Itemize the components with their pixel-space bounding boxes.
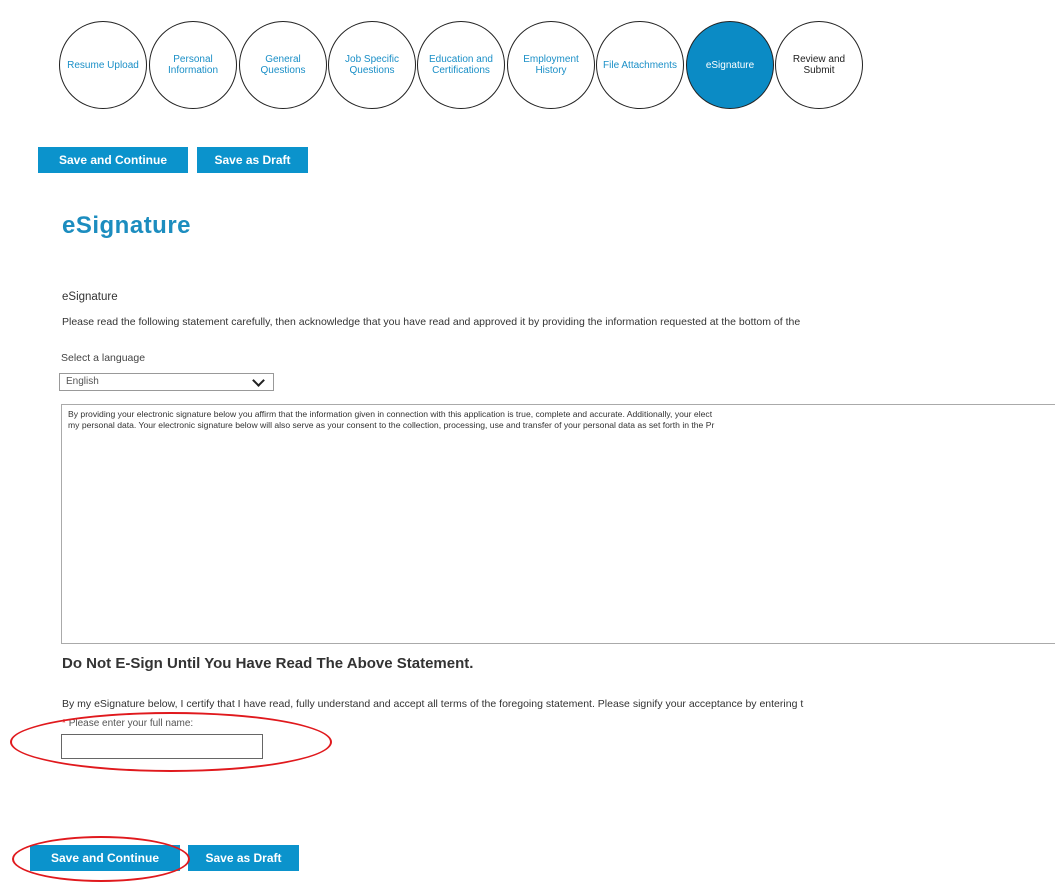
full-name-input[interactable]	[61, 734, 263, 759]
step-general-questions[interactable]: General Questions	[239, 21, 327, 109]
step-label: Job Specific Questions	[345, 54, 399, 76]
step-label: Review and Submit	[792, 54, 846, 76]
step-label: Personal Information	[167, 54, 219, 76]
instructions-text: Please read the following statement care…	[62, 316, 801, 328]
certify-text: By my eSignature below, I certify that I…	[62, 698, 804, 710]
section-label: eSignature	[62, 291, 118, 303]
step-review-submit[interactable]: Review and Submit	[775, 21, 863, 109]
required-marker: *	[62, 718, 66, 729]
step-employment-history[interactable]: Employment History	[507, 21, 595, 109]
step-resume-upload[interactable]: Resume Upload	[59, 21, 147, 109]
statement-textbox[interactable]: By providing your electronic signature b…	[61, 404, 1055, 644]
step-label: Education and Certifications	[429, 54, 493, 76]
step-label: File Attachments	[603, 59, 677, 71]
progress-steps: Resume Upload Personal Information Gener…	[59, 21, 879, 111]
step-esignature[interactable]: eSignature	[686, 21, 774, 109]
save-and-continue-button-top[interactable]: Save and Continue	[38, 147, 188, 173]
full-name-label-text: Please enter your full name:	[68, 718, 194, 729]
step-education-certifications[interactable]: Education and Certifications	[417, 21, 505, 109]
save-and-continue-button-bottom[interactable]: Save and Continue	[30, 845, 180, 871]
full-name-label: * Please enter your full name:	[62, 718, 193, 729]
save-as-draft-button-top[interactable]: Save as Draft	[197, 147, 308, 173]
language-selected-value: English	[66, 376, 99, 387]
language-select[interactable]: English	[59, 373, 274, 391]
statement-line: By providing your electronic signature b…	[68, 409, 713, 419]
chevron-down-icon	[252, 374, 265, 387]
step-personal-information[interactable]: Personal Information	[149, 21, 237, 109]
page-title: eSignature	[62, 212, 192, 239]
step-label: eSignature	[705, 59, 755, 71]
language-label: Select a language	[61, 352, 146, 364]
statement-line: my personal data. Your electronic signat…	[68, 420, 715, 430]
warning-heading: Do Not E-Sign Until You Have Read The Ab…	[62, 655, 474, 672]
step-label: General Questions	[260, 54, 306, 76]
step-file-attachments[interactable]: File Attachments	[596, 21, 684, 109]
save-as-draft-button-bottom[interactable]: Save as Draft	[188, 845, 299, 871]
step-label: Employment History	[523, 54, 579, 76]
step-label: Resume Upload	[67, 59, 139, 71]
step-job-specific-questions[interactable]: Job Specific Questions	[328, 21, 416, 109]
